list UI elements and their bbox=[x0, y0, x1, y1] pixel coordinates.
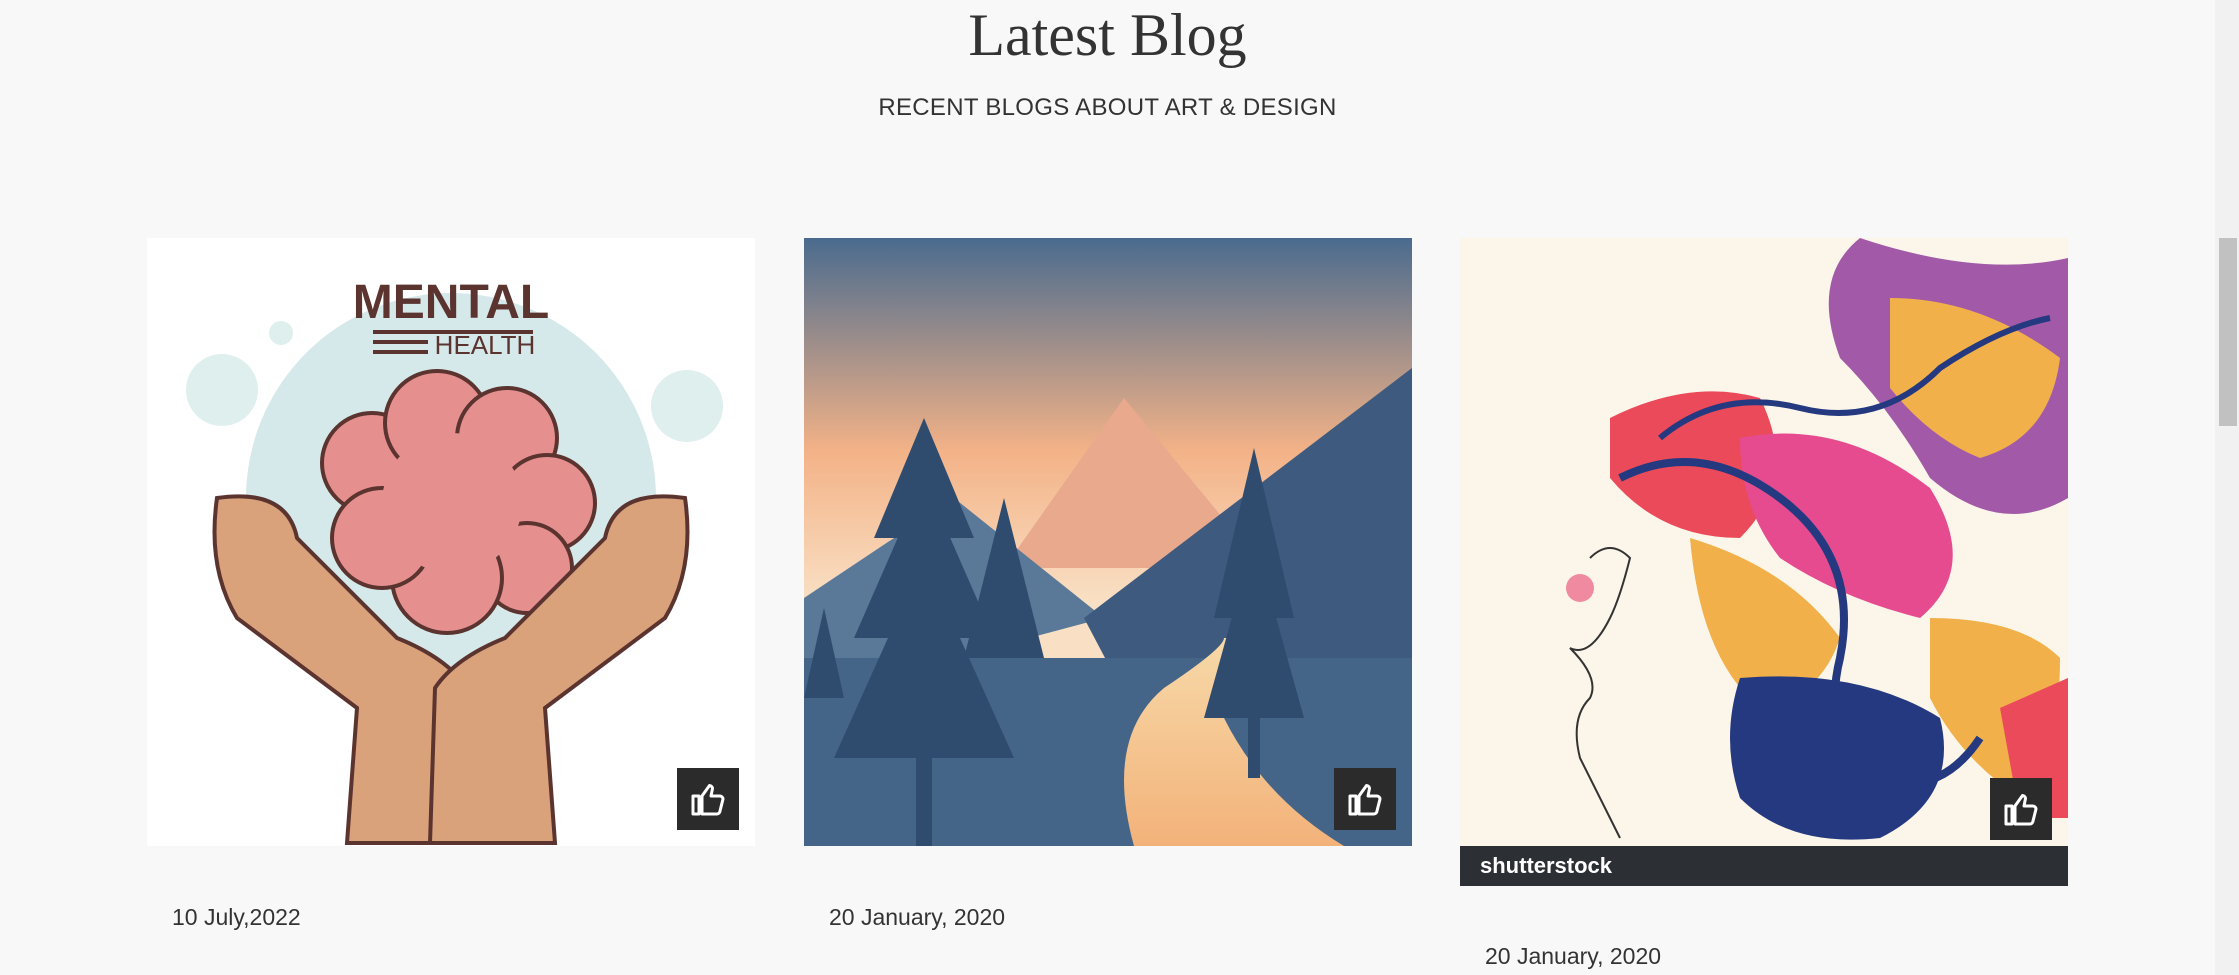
like-button[interactable] bbox=[1990, 778, 2052, 840]
blog-section: Latest Blog RECENT BLOGS ABOUT ART & DES… bbox=[0, 0, 2215, 975]
blog-card[interactable]: MENTAL HEALTH 10 July,2022 bbox=[147, 238, 755, 930]
thumbs-up-icon bbox=[691, 784, 725, 816]
post-date: 20 January, 2020 bbox=[1485, 943, 1662, 969]
thumbs-up-icon bbox=[2004, 794, 2038, 826]
scrollbar-thumb[interactable] bbox=[2219, 238, 2237, 426]
like-button[interactable] bbox=[1334, 768, 1396, 830]
blog-card[interactable]: 20 January, 2020 bbox=[804, 238, 1412, 930]
blog-card[interactable]: shutterstock 20 January, 2020 bbox=[1460, 238, 2068, 969]
blog-image-mental-health[interactable]: MENTAL HEALTH bbox=[147, 238, 755, 846]
like-button[interactable] bbox=[677, 768, 739, 830]
section-title: Latest Blog bbox=[968, 2, 1247, 68]
watermark-bar: shutterstock bbox=[1460, 846, 2068, 886]
blog-image-landscape[interactable] bbox=[804, 238, 1412, 846]
vertical-scrollbar[interactable] bbox=[2215, 0, 2239, 975]
blog-image-abstract-portrait[interactable]: shutterstock bbox=[1460, 238, 2068, 886]
post-date: 20 January, 2020 bbox=[829, 904, 1006, 930]
post-date: 10 July,2022 bbox=[172, 904, 301, 930]
section-subtitle: RECENT BLOGS ABOUT ART & DESIGN bbox=[878, 94, 1337, 121]
thumbs-up-icon bbox=[1348, 784, 1382, 816]
health-heading: HEALTH bbox=[435, 330, 536, 360]
mental-heading: MENTAL bbox=[353, 276, 549, 329]
